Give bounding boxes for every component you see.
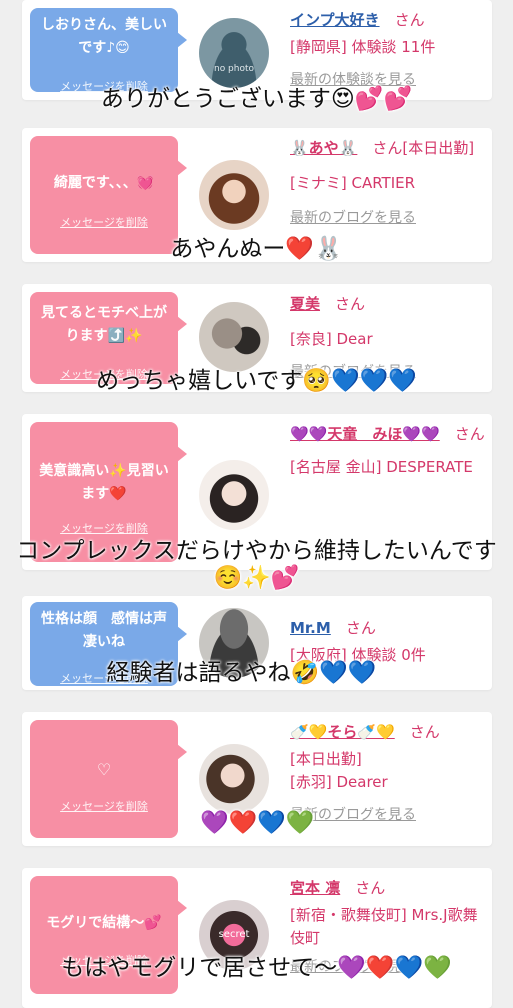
overlay-caption: あやんぬー❤️🐰 (170, 236, 343, 262)
message-text: 性格は顔 感情は声 凄いね (41, 611, 181, 650)
member-name-link[interactable]: 💜💜天童 みほ💜💜 (290, 425, 440, 443)
message-text: モグリで結構〜💕 (46, 915, 162, 931)
latest-blog-link[interactable]: 最新のブログを見る (290, 207, 486, 227)
overlay-caption: 経験者は語るやね🤣💙💙 (106, 660, 377, 686)
member-info: 💜💜天童 みほ💜💜 さん [名古屋 金山] DESPERATE (290, 422, 486, 479)
avatar[interactable] (199, 160, 269, 230)
overlay-caption: めっちゃ嬉しいです🥺💙💙💙 (96, 368, 417, 394)
overlay-caption: コンプレックスだらけやから維持したいんです☺️✨💕 (16, 538, 497, 591)
member-name-link[interactable]: 夏美 (290, 295, 320, 313)
message-text: 綺麗です、、、💓 (53, 175, 155, 191)
overlay-caption: もはやモグリで居させて〜💜❤️💙💚 (61, 955, 452, 981)
avatar[interactable] (199, 302, 269, 372)
message-card: モグリで結構〜💕 メッセージを削除 secret 宮本 凛 さん [新宿・歌舞伎… (22, 868, 492, 1008)
message-text: 美意識高い✨見習います❤️ (39, 463, 169, 502)
member-info: 🐰あや🐰 さん[本日出勤] [ミナミ] CARTIER 最新のブログを見る (290, 136, 486, 227)
honorific: さん (335, 295, 366, 313)
message-bubble: ♡ メッセージを削除 (30, 720, 187, 838)
member-info: 🍼💛そら🍼💛 さん [本日出勤] [赤羽] Dearer 最新のブログを見る (290, 720, 486, 824)
member-name-link[interactable]: 宮本 凛 (290, 879, 340, 897)
member-detail: [名古屋 金山] DESPERATE (290, 458, 473, 476)
member-name-link[interactable]: Mr.M (290, 619, 331, 637)
member-name-link[interactable]: 🍼💛そら🍼💛 (290, 723, 395, 741)
honorific: さん (345, 619, 376, 637)
member-detail: [赤羽] Dearer (290, 773, 388, 791)
avatar[interactable] (199, 744, 269, 814)
delete-message-link[interactable]: メッセージを削除 (30, 520, 178, 536)
member-name-link[interactable]: 🐰あや🐰 (290, 139, 357, 157)
honorific: さん (454, 425, 485, 443)
member-detail: [奈良] Dear (290, 330, 373, 348)
overlay-caption: 💜❤️💙💚 (200, 810, 315, 836)
honorific: さん (394, 11, 425, 29)
honorific: さん (372, 139, 403, 157)
honorific: さん (355, 879, 386, 897)
delete-message-link[interactable]: メッセージを削除 (30, 798, 178, 814)
status-label: [本日出勤] (402, 139, 475, 157)
delete-message-link[interactable]: メッセージを削除 (30, 214, 178, 230)
message-bubble: しおりさん、美しいです♪😊 メッセージを削除 (30, 8, 187, 93)
secret-label: secret (218, 929, 250, 940)
message-text: ♡ (96, 760, 112, 779)
avatar[interactable]: no photo (199, 18, 269, 88)
member-status: [本日出勤] (290, 750, 362, 768)
member-name-link[interactable]: インプ大好き (290, 11, 380, 29)
honorific: さん (409, 723, 440, 741)
message-text: しおりさん、美しいです♪😊 (41, 17, 167, 56)
member-info: インプ大好き さん [静岡県] 体験談 11件 最新の体験談を見る (290, 8, 486, 89)
avatar[interactable] (199, 460, 269, 530)
member-detail: [静岡県] 体験談 11件 (290, 38, 436, 56)
message-text: 見てるとモチベ上がります⤴️✨ (41, 305, 167, 344)
member-detail: [ミナミ] CARTIER (290, 174, 416, 192)
member-detail: [新宿・歌舞伎町] Mrs.J歌舞伎町 (290, 906, 478, 947)
no-photo-label: no photo (213, 64, 255, 74)
overlay-caption: ありがとうございます😍💕💕 (100, 86, 413, 112)
message-card: しおりさん、美しいです♪😊 メッセージを削除 no photo インプ大好き さ… (22, 0, 492, 100)
